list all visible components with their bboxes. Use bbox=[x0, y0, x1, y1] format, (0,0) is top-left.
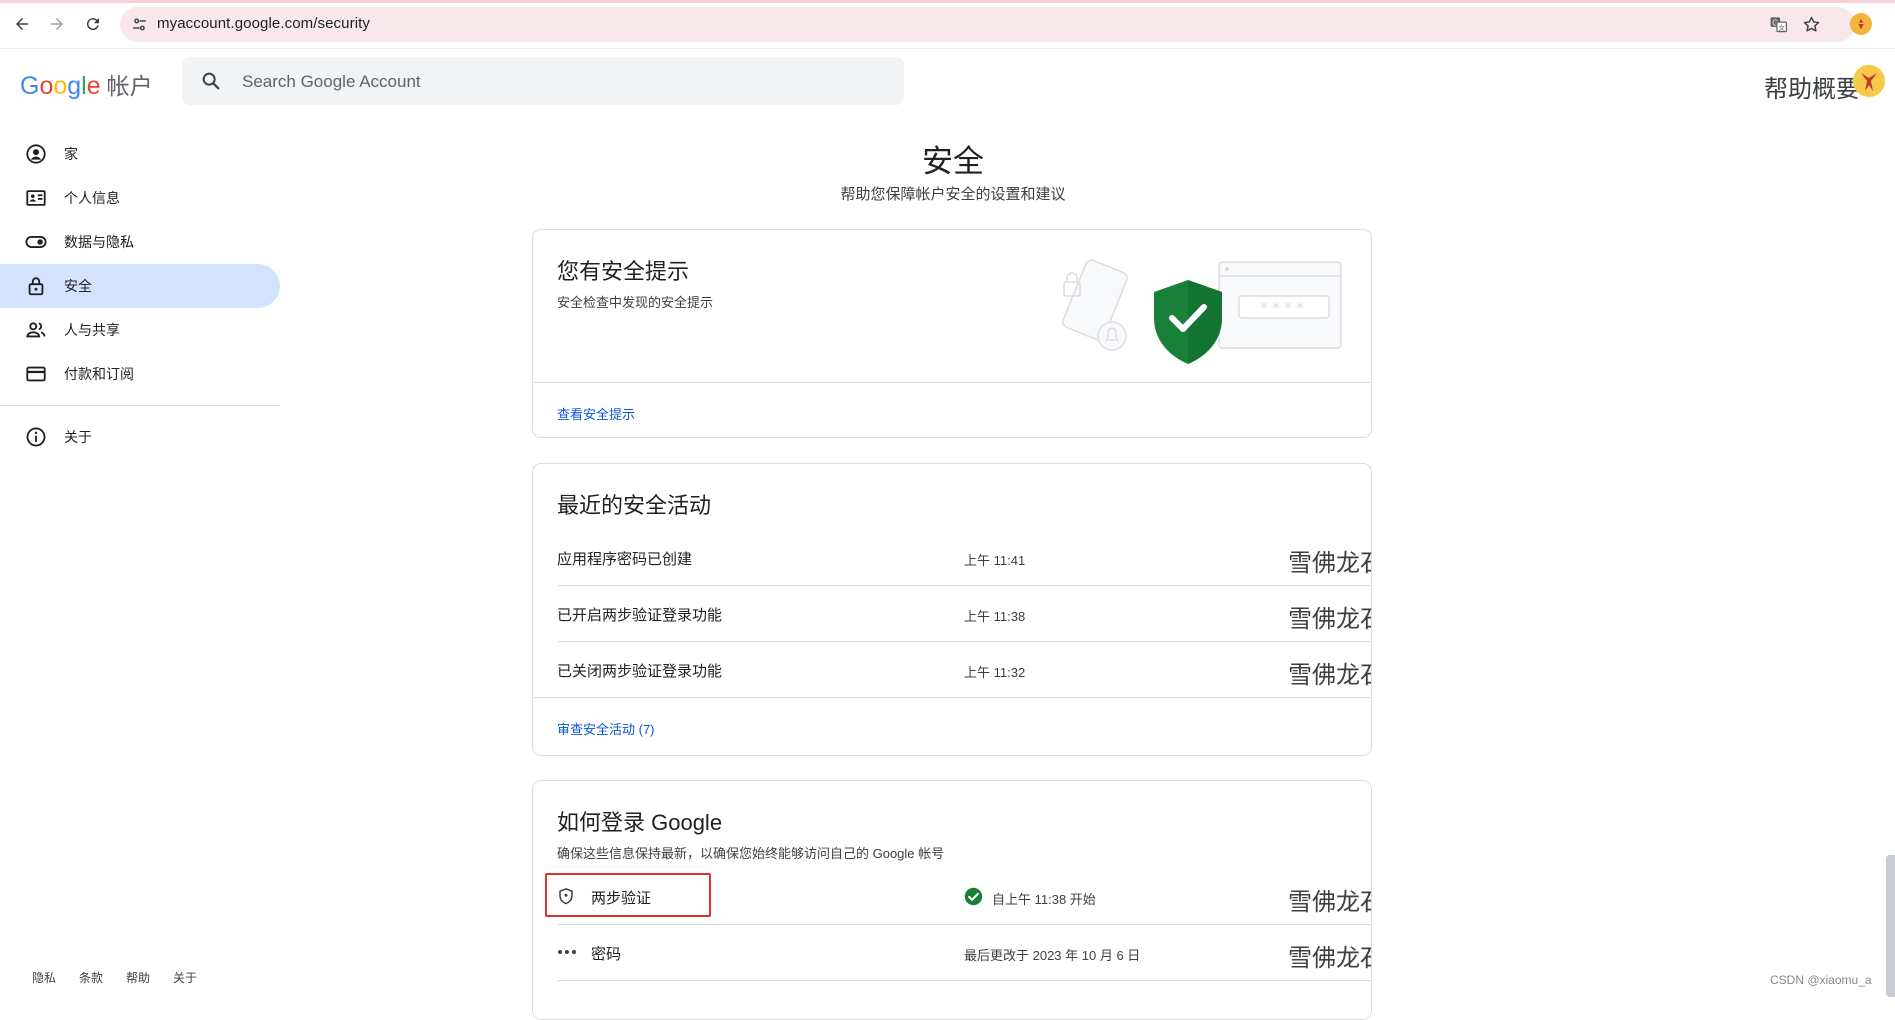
footer-link-privacy[interactable]: 隐私 bbox=[32, 969, 56, 986]
google-account-logo[interactable]: G o o g l e 帐户 bbox=[20, 67, 153, 101]
activity-row[interactable]: 已关闭两步验证登录功能 上午 11:32 雪佛龙石 bbox=[533, 642, 1371, 698]
card-title: 您有安全提示 bbox=[557, 259, 690, 284]
activity-device: 雪佛龙石 bbox=[1288, 889, 1371, 916]
activity-device: 雪佛龙石 bbox=[1288, 945, 1371, 972]
password-status: 最后更改于 2023 年 10 月 6 日 bbox=[964, 948, 1141, 963]
logo-letter: o bbox=[53, 72, 68, 100]
account-label: 帐户 bbox=[106, 73, 153, 99]
activity-label: 已开启两步验证登录功能 bbox=[557, 607, 723, 624]
toggle-icon bbox=[24, 230, 48, 254]
footer-link-terms[interactable]: 条款 bbox=[79, 969, 103, 986]
avatar[interactable] bbox=[1853, 65, 1885, 97]
sidebar-item-label: 付款和订阅 bbox=[64, 366, 134, 382]
people-icon bbox=[24, 318, 48, 342]
tune-icon[interactable] bbox=[131, 16, 148, 33]
sidebar-item-data-privacy[interactable]: 数据与隐私 bbox=[0, 220, 280, 264]
security-illustration: **** bbox=[1062, 259, 1342, 364]
badge-icon bbox=[24, 186, 48, 210]
app-header: G o o g l e 帐户 帮助概要 bbox=[0, 49, 1895, 115]
sidebar-item-label: 安全 bbox=[64, 278, 92, 294]
search-icon[interactable] bbox=[200, 70, 222, 92]
security-tips-card: 您有安全提示 安全检查中发现的安全提示 **** 查看安全提示 bbox=[532, 229, 1372, 438]
recent-activity-card: 最近的安全活动 应用程序密码已创建 上午 11:41 雪佛龙石 已开启两步验证登… bbox=[532, 463, 1372, 756]
translate-icon[interactable]: G 文 bbox=[1769, 15, 1788, 34]
credit-card-icon bbox=[24, 362, 48, 386]
search-input[interactable] bbox=[240, 69, 844, 95]
logo-letter: G bbox=[20, 72, 40, 100]
password-dots-icon bbox=[558, 950, 576, 954]
avatar-extension-icon[interactable] bbox=[1850, 13, 1872, 35]
review-security-activity-link[interactable]: 审查安全活动 (7) bbox=[557, 719, 655, 738]
footer-links: 隐私 条款 帮助 关于 bbox=[32, 969, 220, 986]
sidebar-nav: 家 个人信息 数据与隐私 安全 人与共享 付款和订阅 关于 bbox=[0, 132, 280, 459]
card-divider bbox=[533, 382, 1371, 383]
activity-time: 上午 11:38 bbox=[964, 609, 1026, 624]
lock-icon bbox=[24, 274, 48, 298]
logo-letter: e bbox=[86, 72, 101, 100]
logo-letter: g bbox=[67, 72, 82, 100]
footer-link-help[interactable]: 帮助 bbox=[126, 969, 150, 986]
signin-card: 如何登录 Google 确保这些信息保持最新，以确保您始终能够访问自己的 Goo… bbox=[532, 780, 1372, 1020]
sidebar-item-security[interactable]: 安全 bbox=[0, 264, 280, 308]
row-divider bbox=[533, 697, 1371, 698]
arrow-back-icon[interactable] bbox=[9, 11, 35, 37]
svg-text:文: 文 bbox=[1779, 23, 1786, 32]
sidebar-item-about[interactable]: 关于 bbox=[0, 415, 280, 459]
reload-icon[interactable] bbox=[80, 11, 106, 37]
two-step-verification-status: 自上午 11:38 开始 bbox=[992, 892, 1096, 907]
address-bar[interactable]: myaccount.google.com/security G 文 bbox=[120, 7, 1855, 42]
password-label: 密码 bbox=[591, 946, 622, 963]
browser-toolbar: myaccount.google.com/security G 文 bbox=[0, 0, 1895, 49]
card-title: 如何登录 Google bbox=[557, 810, 723, 835]
sidebar-item-home[interactable]: 家 bbox=[0, 132, 280, 176]
check-circle-icon bbox=[964, 887, 983, 906]
card-title: 最近的安全活动 bbox=[557, 493, 712, 518]
password-row[interactable]: 密码 最后更改于 2023 年 10 月 6 日 雪佛龙石 bbox=[533, 925, 1371, 981]
sidebar-item-label: 家 bbox=[64, 146, 78, 162]
info-icon bbox=[24, 425, 48, 449]
scrollbar-thumb[interactable] bbox=[1886, 855, 1895, 997]
url-text[interactable]: myaccount.google.com/security bbox=[157, 15, 370, 32]
sidebar-item-label: 关于 bbox=[64, 429, 92, 445]
sidebar-divider bbox=[0, 405, 280, 406]
activity-row[interactable]: 应用程序密码已创建 上午 11:41 雪佛龙石 bbox=[533, 530, 1371, 586]
star-icon[interactable] bbox=[1802, 15, 1821, 34]
password-mask: **** bbox=[1260, 298, 1308, 317]
footer-link-about[interactable]: 关于 bbox=[173, 969, 197, 986]
tab-strip-edge bbox=[0, 0, 1895, 3]
logo-letter: o bbox=[39, 72, 54, 100]
sidebar-item-people-sharing[interactable]: 人与共享 bbox=[0, 308, 280, 352]
account-circle-icon bbox=[24, 142, 48, 166]
sidebar-item-label: 数据与隐私 bbox=[64, 234, 134, 250]
card-description: 确保这些信息保持最新，以确保您始终能够访问自己的 Google 帐号 bbox=[557, 846, 945, 861]
activity-row[interactable]: 已开启两步验证登录功能 上午 11:38 雪佛龙石 bbox=[533, 586, 1371, 642]
activity-device: 雪佛龙石 bbox=[1288, 550, 1371, 577]
sidebar-item-label: 人与共享 bbox=[64, 322, 120, 338]
view-security-tips-link[interactable]: 查看安全提示 bbox=[557, 404, 635, 423]
activity-label: 应用程序密码已创建 bbox=[557, 551, 693, 568]
arrow-forward-icon[interactable] bbox=[44, 11, 70, 37]
sidebar-item-payments[interactable]: 付款和订阅 bbox=[0, 352, 280, 396]
activity-device: 雪佛龙石 bbox=[1288, 662, 1371, 689]
sidebar-item-label: 个人信息 bbox=[64, 190, 120, 206]
help-text: 帮助概要 bbox=[1764, 76, 1860, 103]
highlight-annotation bbox=[545, 873, 711, 917]
card-description: 安全检查中发现的安全提示 bbox=[557, 295, 714, 310]
page-subtitle: 帮助您保障帐户安全的设置和建议 bbox=[840, 186, 1066, 203]
activity-time: 上午 11:32 bbox=[964, 665, 1026, 680]
page-title: 安全 bbox=[922, 144, 984, 179]
sidebar-item-personal-info[interactable]: 个人信息 bbox=[0, 176, 280, 220]
search-box[interactable] bbox=[182, 57, 904, 105]
activity-device: 雪佛龙石 bbox=[1288, 606, 1371, 633]
row-divider bbox=[557, 980, 1371, 981]
watermark: CSDN @xiaomu_a bbox=[1770, 973, 1872, 987]
activity-label: 已关闭两步验证登录功能 bbox=[557, 663, 723, 680]
activity-time: 上午 11:41 bbox=[964, 553, 1026, 568]
